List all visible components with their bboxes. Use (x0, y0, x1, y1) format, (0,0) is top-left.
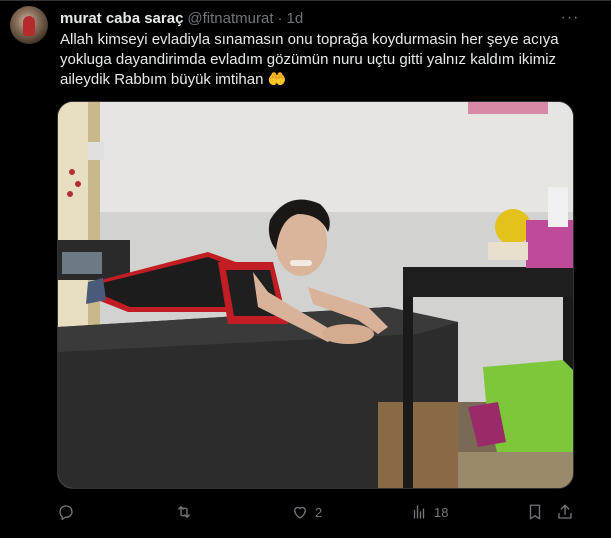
separator: · (277, 9, 283, 27)
share-icon (558, 504, 572, 519)
tweet[interactable]: murat caba saraç @fitnatmurat · 1d ··· A… (0, 0, 611, 538)
share-button[interactable] (556, 498, 574, 526)
display-name[interactable]: murat caba saraç (60, 10, 183, 27)
tweet-photo[interactable] (57, 101, 574, 489)
user-handle[interactable]: @fitnatmurat (187, 10, 273, 27)
views-button[interactable]: 18 (410, 498, 448, 526)
bookmark-icon (529, 504, 541, 520)
avatar-figure (23, 16, 35, 36)
like-button[interactable]: 2 (291, 498, 322, 526)
like-count: 2 (315, 504, 323, 520)
timestamp[interactable]: 1d (287, 10, 304, 27)
heart-icon (294, 506, 306, 519)
views-icon (413, 505, 425, 519)
views-count: 18 (434, 504, 449, 520)
more-icon: ··· (560, 9, 580, 26)
reply-button[interactable] (57, 498, 81, 526)
tweet-text: Allah kimseyi evladiyla sınamasın onu to… (60, 31, 559, 88)
retweet-icon (178, 506, 190, 518)
photo-illustration (58, 102, 573, 488)
avatar[interactable] (10, 6, 48, 44)
bookmark-button[interactable] (526, 498, 544, 526)
reply-icon (59, 505, 73, 521)
retweet-button[interactable] (174, 498, 200, 526)
tweet-actions: 2 18 (57, 498, 582, 526)
more-button[interactable]: ··· (555, 7, 585, 29)
tweet-header: murat caba saraç @fitnatmurat · 1d (60, 8, 303, 28)
